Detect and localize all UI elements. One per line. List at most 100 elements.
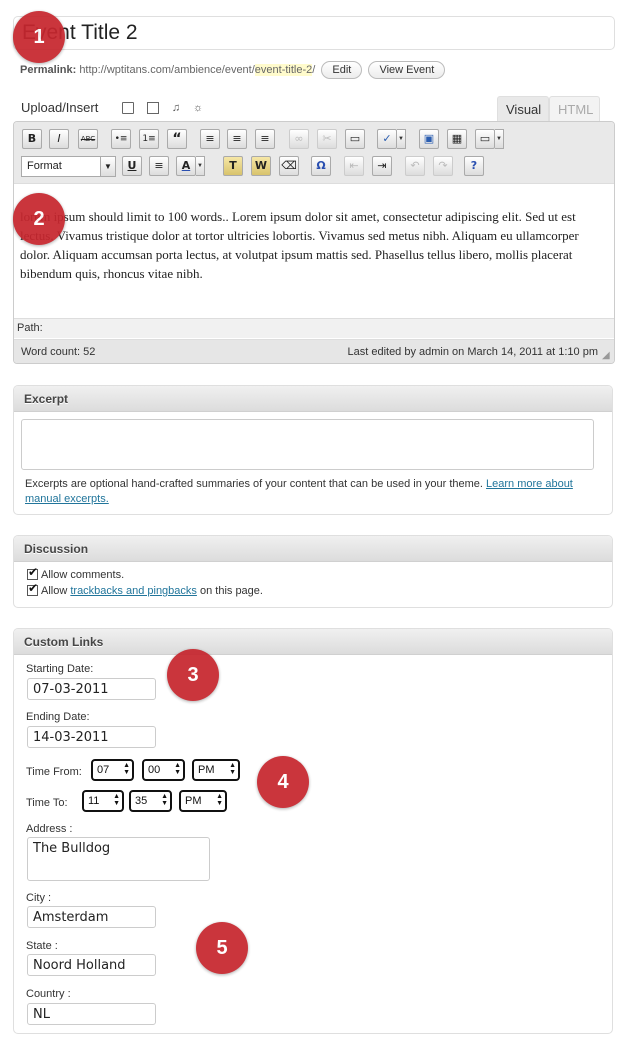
bullet-list-button[interactable]: •≡ [111, 129, 131, 149]
unlink-button[interactable]: ✂ [317, 129, 337, 149]
excerpt-textarea[interactable] [21, 419, 594, 470]
permalink-base: http://wptitans.com/ambience/event/ [79, 63, 255, 76]
special-character-button[interactable]: Ω [311, 156, 331, 176]
state-input[interactable]: Noord Holland [27, 954, 156, 976]
tab-visual[interactable]: Visual [497, 96, 549, 122]
resize-handle-icon[interactable]: ◢ [602, 351, 612, 361]
annotation-marker-2: 2 [13, 193, 65, 245]
table-dropdown[interactable]: ▼ [495, 129, 504, 149]
time-to-ampm: PM [185, 795, 202, 807]
stepper-icon: ▲ ▼ [113, 793, 120, 807]
add-video-icon[interactable] [147, 102, 159, 114]
trackbacks-link[interactable]: trackbacks and pingbacks [70, 585, 197, 597]
discussion-panel: Discussion Allow comments. Allow trackba… [13, 535, 613, 608]
starting-date-label: Starting Date: [26, 663, 94, 675]
annotation-marker-5: 5 [196, 922, 248, 974]
time-from-hour-select[interactable]: 07 ▲ ▼ [91, 759, 134, 781]
editor-toolbar: B I ABC •≡ 1≡ “ ≡ ≡ ≡ ∞ ✂ ▭ ✓ ▼ ▣ ▦ ▭ ▼ … [14, 122, 614, 184]
annotation-marker-1: 1 [13, 11, 65, 63]
post-editor: B I ABC •≡ 1≡ “ ≡ ≡ ≡ ∞ ✂ ▭ ✓ ▼ ▣ ▦ ▭ ▼ … [13, 121, 615, 364]
justify-button[interactable]: ≡ [149, 156, 169, 176]
spellcheck-button[interactable]: ✓ [377, 129, 397, 149]
text-color-button[interactable]: A [176, 156, 196, 176]
insert-link-button[interactable]: ∞ [289, 129, 309, 149]
address-label: Address : [26, 823, 73, 835]
time-to-ampm-select[interactable]: PM ▲ ▼ [179, 790, 227, 812]
upload-insert-label: Upload/Insert [21, 100, 99, 115]
discussion-heading[interactable]: Discussion [14, 536, 612, 562]
spellcheck-dropdown[interactable]: ▼ [397, 129, 406, 149]
last-edited: Last edited by admin on March 14, 2011 a… [347, 346, 598, 358]
annotation-marker-4: 4 [257, 756, 309, 808]
starting-date-input[interactable]: 07-03-2011 [27, 678, 156, 700]
edit-permalink-button[interactable]: Edit [321, 61, 363, 79]
time-from-minute: 00 [148, 764, 161, 776]
permalink-slug[interactable]: event-title-2 [254, 63, 313, 76]
align-right-button[interactable]: ≡ [255, 129, 275, 149]
city-input[interactable]: Amsterdam [27, 906, 156, 928]
help-button[interactable]: ? [464, 156, 484, 176]
paste-text-button[interactable]: T [223, 156, 243, 176]
excerpt-help-text: Excerpts are optional hand-crafted summa… [25, 478, 487, 490]
numbered-list-button[interactable]: 1≡ [139, 129, 159, 149]
ending-date-input[interactable]: 14-03-2011 [27, 726, 156, 748]
tab-html[interactable]: HTML [549, 96, 600, 122]
text-color-dropdown[interactable]: ▼ [196, 156, 205, 176]
italic-button[interactable]: I [49, 129, 69, 149]
paste-word-button[interactable]: W [251, 156, 271, 176]
permalink-row: Permalink: http://wptitans.com/ambience/… [20, 61, 446, 79]
time-to-hour-select[interactable]: 11 ▲ ▼ [82, 790, 124, 812]
time-to-minute-select[interactable]: 35 ▲ ▼ [129, 790, 172, 812]
permalink-trail: / [312, 63, 316, 76]
align-center-button[interactable]: ≡ [227, 129, 247, 149]
chevron-down-icon: ▼ [100, 157, 115, 176]
country-input[interactable]: NL [27, 1003, 156, 1025]
table-button[interactable]: ▭ [475, 129, 495, 149]
stepper-icon: ▲ ▼ [229, 762, 236, 776]
insert-more-button[interactable]: ▭ [345, 129, 365, 149]
outdent-button[interactable]: ⇤ [344, 156, 364, 176]
add-image-icon[interactable] [122, 102, 134, 114]
align-left-button[interactable]: ≡ [200, 129, 220, 149]
excerpt-panel: Excerpt Excerpts are optional hand-craft… [13, 385, 613, 515]
allow-pings-suffix: on this page. [196, 585, 263, 597]
format-select-label: Format [27, 160, 62, 172]
post-title-input[interactable]: Event Title 2 [13, 16, 615, 50]
allow-comments-checkbox[interactable] [27, 565, 38, 580]
undo-button[interactable]: ↶ [405, 156, 425, 176]
strikethrough-button[interactable]: ABC [78, 129, 98, 149]
indent-button[interactable]: ⇥ [372, 156, 392, 176]
allow-pings-row: Allow trackbacks and pingbacks on this p… [27, 581, 263, 597]
time-to-label: Time To: [26, 797, 68, 809]
editor-content[interactable]: lorem ipsum should limit to 100 words.. … [20, 207, 610, 283]
address-textarea[interactable]: The Bulldog [27, 837, 210, 881]
time-to-minute: 35 [135, 795, 148, 807]
excerpt-help: Excerpts are optional hand-crafted summa… [25, 477, 610, 507]
add-audio-icon[interactable]: ♫ [170, 102, 182, 114]
fullscreen-button[interactable]: ▣ [419, 129, 439, 149]
time-to-hour: 11 [88, 795, 100, 807]
blockquote-button[interactable]: “ [167, 129, 187, 149]
time-from-minute-select[interactable]: 00 ▲ ▼ [142, 759, 185, 781]
remove-format-button[interactable]: ⌫ [279, 156, 299, 176]
annotation-marker-3: 3 [167, 649, 219, 701]
custom-links-heading[interactable]: Custom Links [14, 629, 612, 655]
add-media-icon[interactable]: ☼ [192, 102, 204, 114]
permalink-label: Permalink: [20, 63, 77, 76]
editor-status-bar: Word count: 52 Last edited by admin on M… [14, 339, 614, 363]
redo-button[interactable]: ↷ [433, 156, 453, 176]
format-select[interactable]: Format ▼ [21, 156, 116, 177]
view-event-button[interactable]: View Event [368, 61, 446, 79]
bold-button[interactable]: B [22, 129, 42, 149]
time-from-ampm-select[interactable]: PM ▲ ▼ [192, 759, 240, 781]
allow-pings-prefix: Allow [41, 585, 71, 597]
kitchen-sink-button[interactable]: ▦ [447, 129, 467, 149]
underline-button[interactable]: U [122, 156, 142, 176]
allow-comments-row: Allow comments. [27, 565, 124, 581]
allow-pings-checkbox[interactable] [27, 581, 38, 596]
state-label: State : [26, 940, 58, 952]
excerpt-heading[interactable]: Excerpt [14, 386, 612, 412]
stepper-icon: ▲ ▼ [216, 793, 223, 807]
time-from-label: Time From: [26, 766, 82, 778]
path-bar: Path: [14, 318, 614, 338]
